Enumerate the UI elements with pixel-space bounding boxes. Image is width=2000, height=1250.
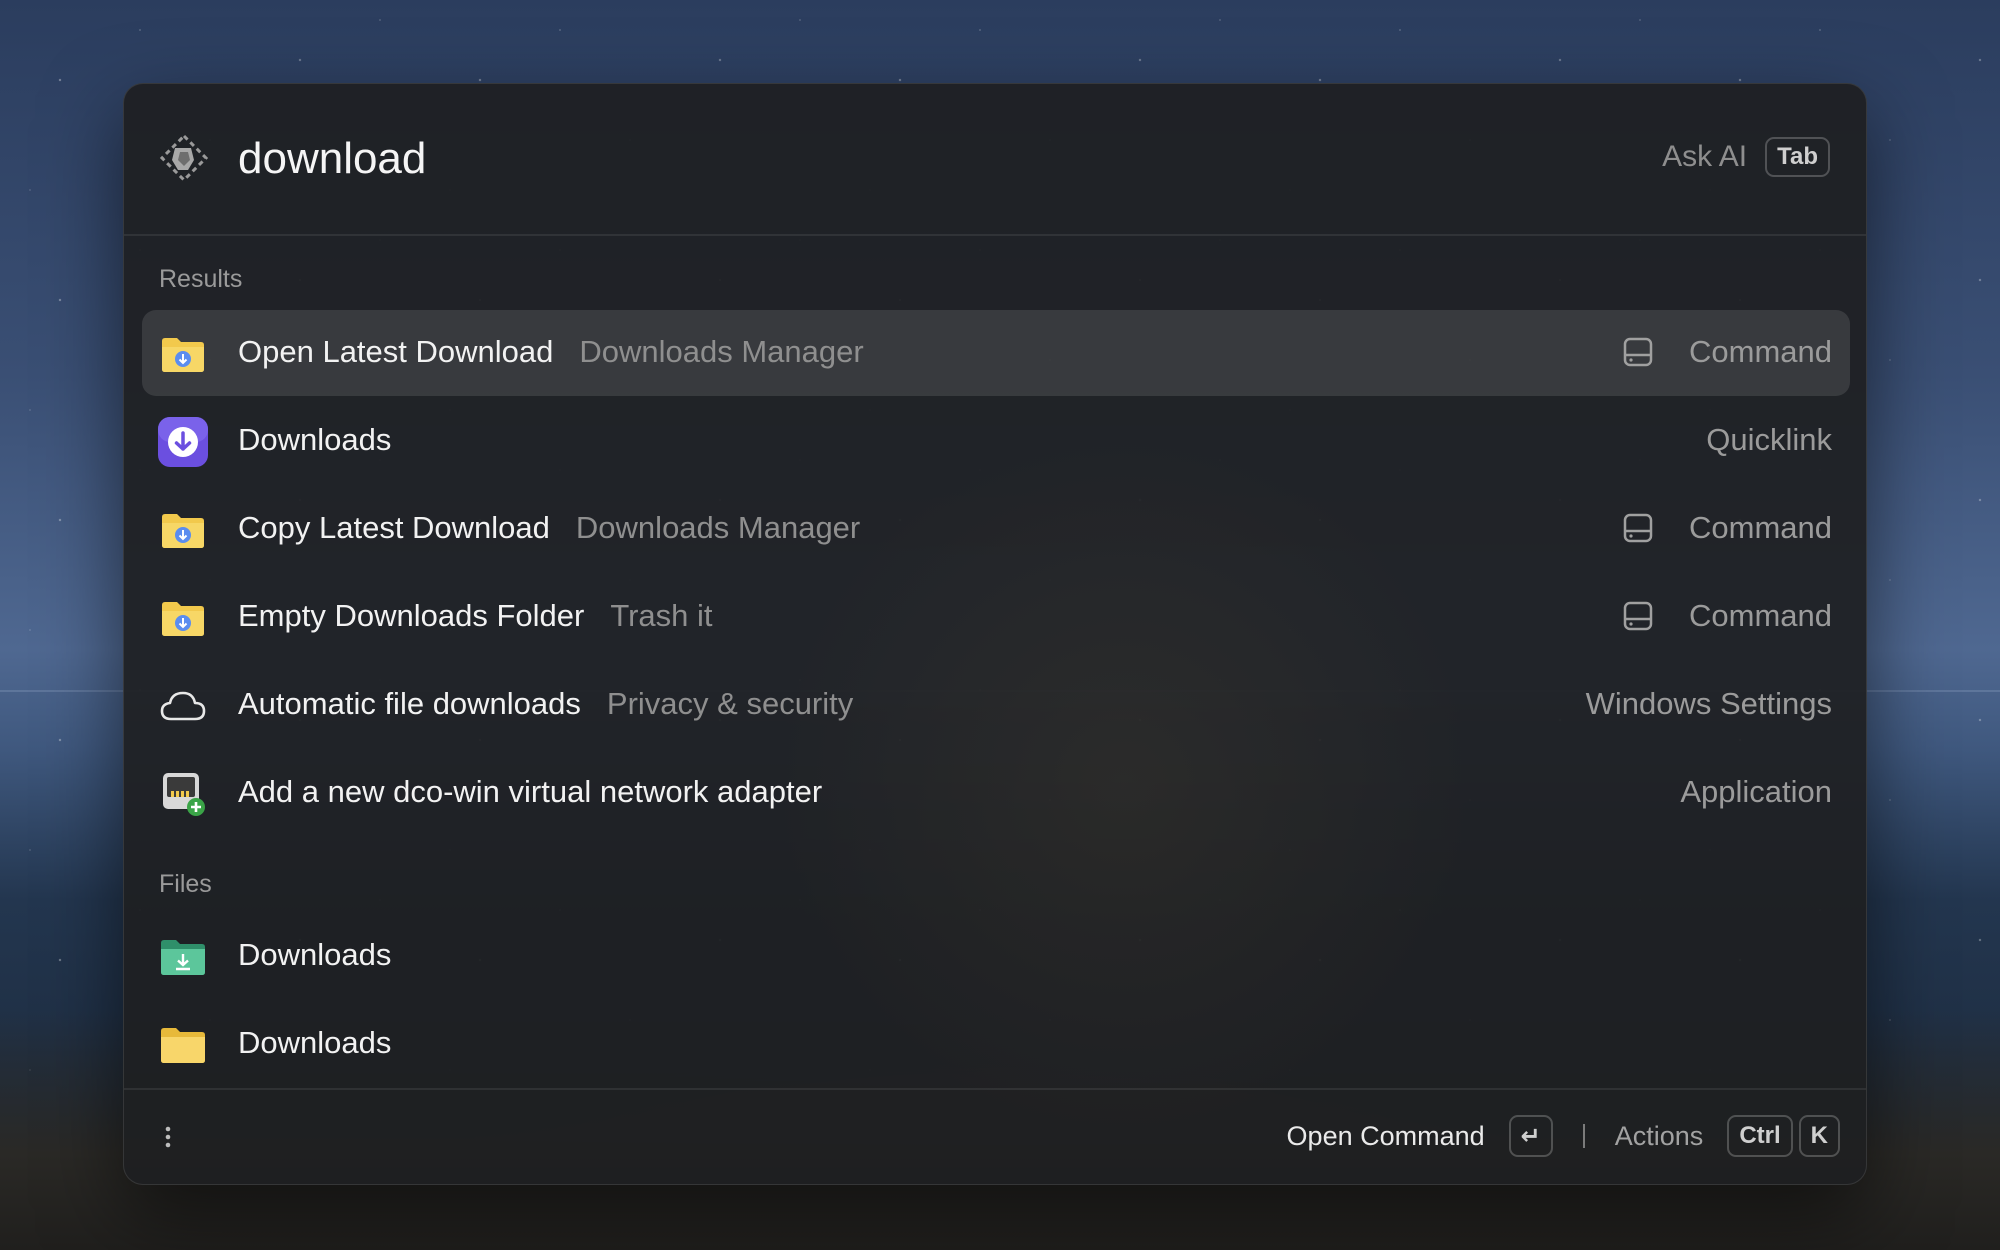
green-download-folder-icon — [161, 940, 205, 975]
result-title: Add a new dco-win virtual network adapte… — [238, 774, 823, 809]
command-extension-icon — [1623, 601, 1653, 631]
tab-key-hint: Tab — [1765, 137, 1830, 177]
ctrl-key-hint: Ctrl — [1727, 1115, 1793, 1157]
file-row-downloads[interactable]: Downloads — [142, 913, 1850, 999]
results-section-label: Results — [159, 265, 243, 293]
result-title: Downloads — [238, 422, 392, 457]
command-extension-icon — [1623, 337, 1653, 367]
launcher-window: Ask AI Tab Results Open Latest DownloadD… — [123, 83, 1867, 1185]
app-logo-icon — [159, 133, 209, 183]
result-title: Automatic file downloads Privacy & securi… — [238, 686, 854, 721]
search-bar: Ask AI Tab — [124, 84, 1866, 236]
download-folder-icon — [162, 602, 204, 636]
file-row-downloads[interactable]: Downloads — [142, 1001, 1850, 1087]
download-circle-icon — [158, 417, 208, 467]
command-extension-icon — [1623, 513, 1653, 543]
ask-ai-label: Ask AI — [1662, 140, 1748, 173]
file-title: Downloads — [238, 1025, 392, 1060]
yellow-folder-icon — [161, 1028, 205, 1063]
search-input[interactable] — [238, 124, 1338, 194]
result-row-open-latest-download[interactable]: Open Latest Download Downloads Manager Co… — [142, 310, 1850, 396]
enter-key-hint: ↵ — [1508, 1115, 1553, 1157]
k-key-hint: K — [1798, 1115, 1840, 1157]
result-row-add-network-adapter[interactable]: Add a new dco-win virtual network adapte… — [142, 750, 1850, 836]
result-row-empty-downloads-folder[interactable]: Empty Downloads Folder Trash it Command — [142, 574, 1850, 660]
result-type: Command — [1621, 598, 1832, 634]
result-type: Windows Settings — [1585, 686, 1832, 721]
cloud-icon — [160, 691, 206, 721]
footer-actions: Open Command ↵ Actions Ctrl K — [1287, 1115, 1840, 1157]
footer-bar: Open Command ↵ Actions Ctrl K — [124, 1088, 1866, 1184]
result-type: Application — [1680, 774, 1832, 809]
open-command-button[interactable]: Open Command — [1287, 1121, 1485, 1152]
result-title: Empty Downloads Folder Trash it — [238, 598, 713, 633]
result-row-downloads-quicklink[interactable]: Downloads Quicklink — [142, 398, 1850, 484]
download-folder-icon — [162, 514, 204, 548]
actions-button[interactable]: Actions — [1615, 1121, 1704, 1152]
file-title: Downloads — [238, 937, 392, 972]
result-type: Quicklink — [1706, 422, 1832, 457]
result-type: Command — [1621, 510, 1832, 546]
result-type: Command — [1621, 334, 1832, 370]
result-title: Copy Latest Download Downloads Manager — [238, 510, 861, 545]
result-row-copy-latest-download[interactable]: Copy Latest Download Downloads Manager Co… — [142, 486, 1850, 572]
files-section-label: Files — [159, 870, 212, 898]
network-adapter-icon — [163, 773, 205, 816]
more-options-icon[interactable] — [162, 1124, 174, 1150]
footer-divider — [1582, 1124, 1585, 1148]
ask-ai-button[interactable]: Ask AI Tab — [1662, 137, 1830, 177]
result-title: Open Latest Download Downloads Manager — [238, 334, 864, 369]
result-row-automatic-file-downloads[interactable]: Automatic file downloads Privacy & securi… — [142, 662, 1850, 748]
download-folder-icon — [162, 338, 204, 372]
